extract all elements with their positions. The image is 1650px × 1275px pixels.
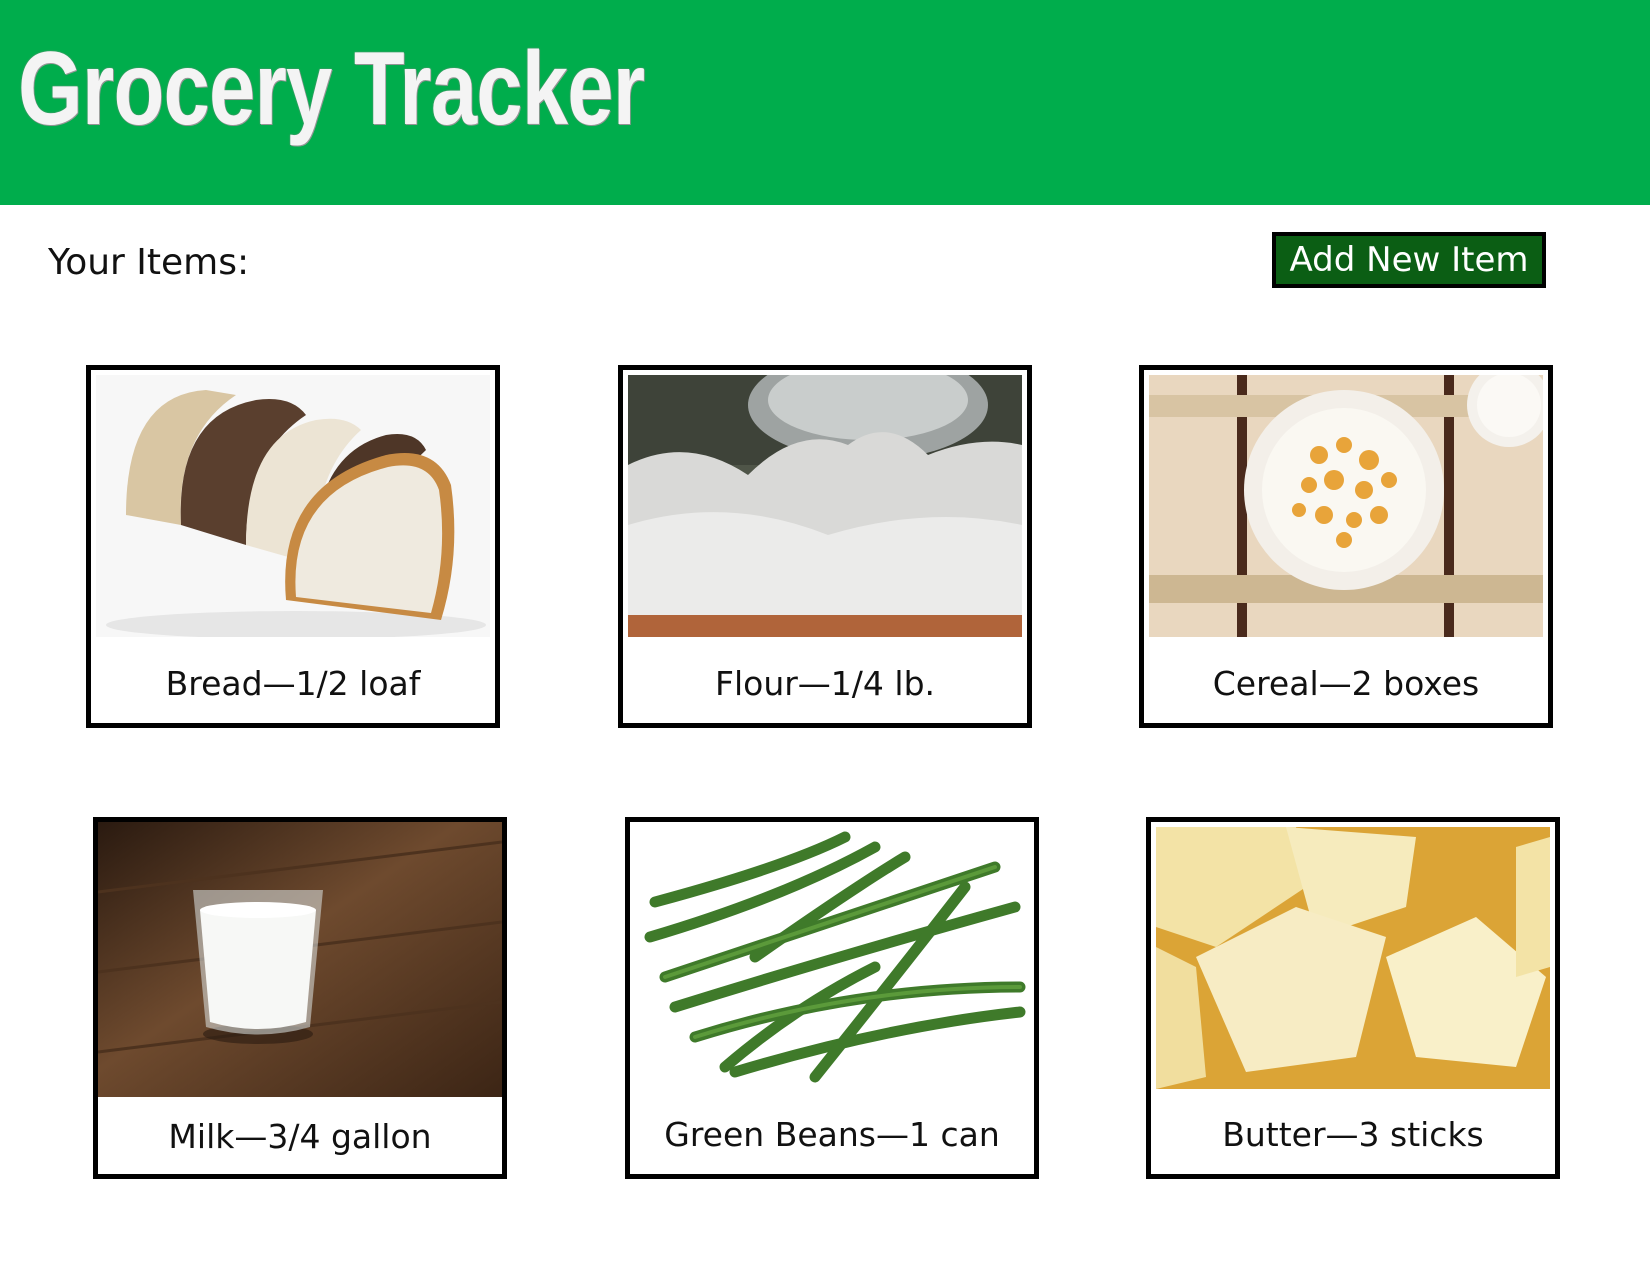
- cereal-image: [1149, 375, 1543, 637]
- item-label: Cereal—2 boxes: [1212, 664, 1480, 703]
- item-card-flour[interactable]: Flour—1/4 lb.: [618, 365, 1032, 728]
- butter-image: [1156, 827, 1550, 1089]
- item-card-cereal[interactable]: Cereal—2 boxes: [1139, 365, 1553, 728]
- item-card-butter[interactable]: Butter—3 sticks: [1146, 817, 1560, 1179]
- item-label: Butter—3 sticks: [1222, 1115, 1484, 1154]
- milk-image: [98, 822, 502, 1097]
- item-card-green-beans[interactable]: Green Beans—1 can: [625, 817, 1039, 1179]
- flour-image: [628, 375, 1022, 637]
- app-header: Grocery Tracker: [0, 0, 1650, 205]
- item-label: Green Beans—1 can: [664, 1115, 1000, 1154]
- item-label: Flour—1/4 lb.: [714, 664, 936, 703]
- items-heading: Your Items:: [48, 242, 250, 283]
- app-title: Grocery Tracker: [18, 31, 645, 147]
- add-new-item-button[interactable]: Add New Item: [1272, 232, 1546, 288]
- bread-image: [96, 375, 490, 637]
- item-card-bread[interactable]: Bread—1/2 loaf: [86, 365, 500, 728]
- item-label: Milk—3/4 gallon: [168, 1117, 432, 1156]
- green-beans-image: [635, 827, 1029, 1089]
- item-card-milk[interactable]: Milk—3/4 gallon: [93, 817, 507, 1179]
- item-label: Bread—1/2 loaf: [165, 664, 421, 703]
